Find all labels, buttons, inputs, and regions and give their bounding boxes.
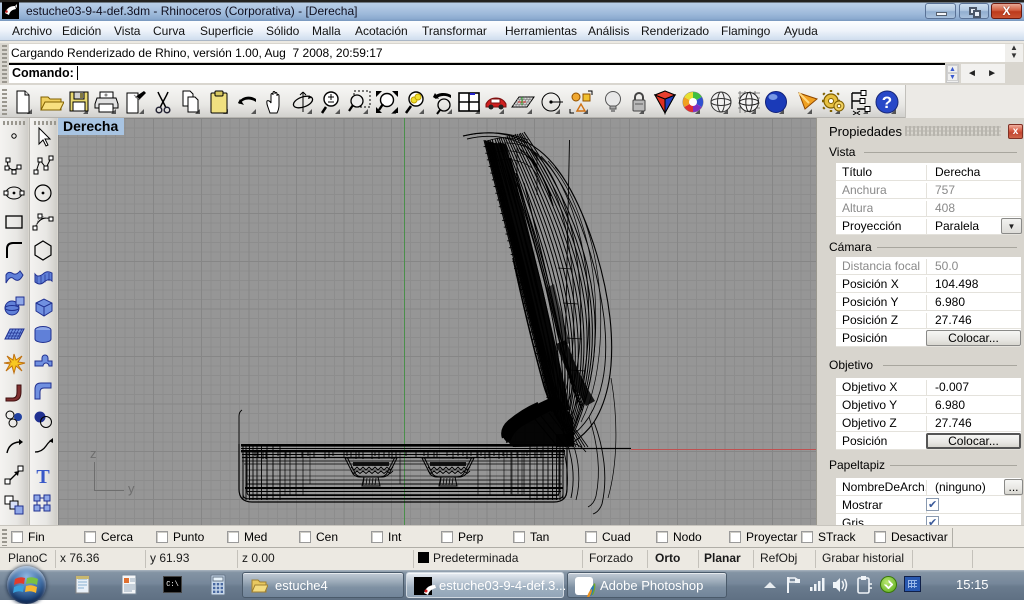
svg-text:?: ?	[882, 93, 892, 112]
svg-text:T: T	[36, 466, 50, 487]
